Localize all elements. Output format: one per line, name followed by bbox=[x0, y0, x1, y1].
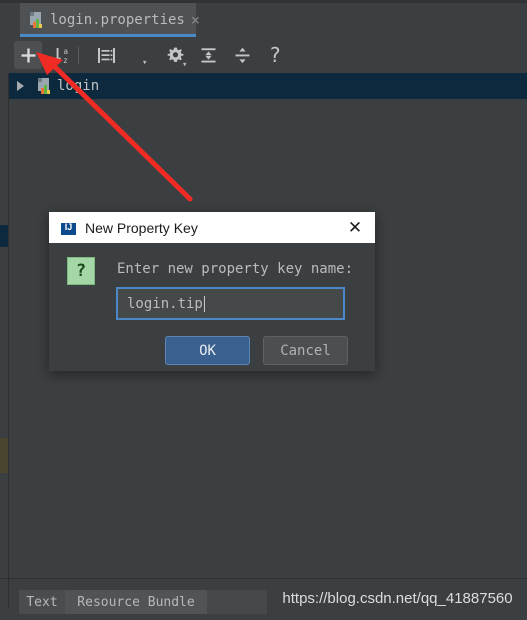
tree-row-label: login bbox=[57, 78, 100, 94]
dialog-body: ? Enter new property key name: login.tip… bbox=[49, 243, 375, 371]
resource-bundle-toolbar: 0 a z bbox=[0, 37, 527, 96]
cancel-button[interactable]: Cancel bbox=[263, 336, 348, 365]
property-key-input-value: login.tip bbox=[127, 295, 203, 312]
bottom-tab-blank bbox=[207, 590, 267, 614]
tree-row-login[interactable]: login bbox=[9, 73, 527, 99]
intellij-idea-icon-text: IJ bbox=[64, 222, 73, 232]
expander-triangle-icon[interactable] bbox=[17, 81, 24, 91]
svg-text:a: a bbox=[63, 47, 68, 56]
gutter-divider-line bbox=[8, 73, 9, 578]
help-button[interactable]: ? bbox=[264, 41, 286, 69]
properties-file-icon bbox=[37, 78, 52, 94]
chevron-down-icon-settings[interactable]: ▾ bbox=[182, 61, 187, 70]
dialog-title: New Property Key bbox=[85, 219, 198, 236]
close-icon[interactable]: × bbox=[191, 12, 200, 28]
new-property-key-dialog: IJ New Property Key ✕ ? Enter new proper… bbox=[49, 212, 375, 371]
editor-tab-login-properties[interactable]: login.properties × bbox=[20, 3, 200, 37]
sort-az-icon: a z bbox=[53, 47, 68, 65]
bottom-tab-resource-bundle[interactable]: Resource Bundle bbox=[65, 590, 207, 614]
chevron-down-icon[interactable]: ▾ bbox=[142, 59, 147, 68]
properties-file-icon bbox=[29, 12, 44, 28]
gutter-marker-selection bbox=[0, 225, 8, 247]
collapse-all-button[interactable] bbox=[228, 41, 256, 69]
watermark-url: https://blog.csdn.net/qq_41887560 bbox=[282, 590, 513, 607]
dialog-message: Enter new property key name: bbox=[117, 261, 354, 277]
sort-button[interactable]: a z bbox=[48, 41, 76, 69]
ide-window: login.properties × 0 a z bbox=[0, 0, 527, 620]
svg-text:z: z bbox=[63, 56, 67, 65]
expand-all-icon bbox=[201, 47, 215, 62]
bottom-tab-text[interactable]: Text bbox=[19, 590, 65, 614]
ok-button[interactable]: OK bbox=[165, 336, 250, 365]
expand-all-button[interactable] bbox=[194, 41, 222, 69]
intellij-idea-icon: IJ bbox=[61, 220, 76, 235]
toolbar-divider bbox=[78, 47, 79, 64]
show-text-button[interactable] bbox=[92, 41, 120, 69]
gutter-marker-change bbox=[0, 438, 8, 473]
bottom-gutter-divider bbox=[8, 578, 9, 608]
bottom-bar-divider bbox=[0, 578, 527, 579]
dialog-title-bar: IJ New Property Key ✕ bbox=[49, 212, 375, 243]
collapse-all-icon bbox=[235, 47, 249, 63]
plus-icon bbox=[21, 48, 35, 62]
text-caret bbox=[203, 295, 205, 312]
question-icon: ? bbox=[67, 257, 95, 285]
editor-tab-label: login.properties bbox=[50, 12, 185, 28]
property-key-input[interactable]: login.tip bbox=[116, 287, 345, 320]
document-list-icon bbox=[97, 47, 115, 63]
add-property-button[interactable] bbox=[14, 41, 42, 69]
editor-tab-bar: login.properties × bbox=[0, 0, 527, 37]
close-icon[interactable]: ✕ bbox=[345, 218, 365, 238]
